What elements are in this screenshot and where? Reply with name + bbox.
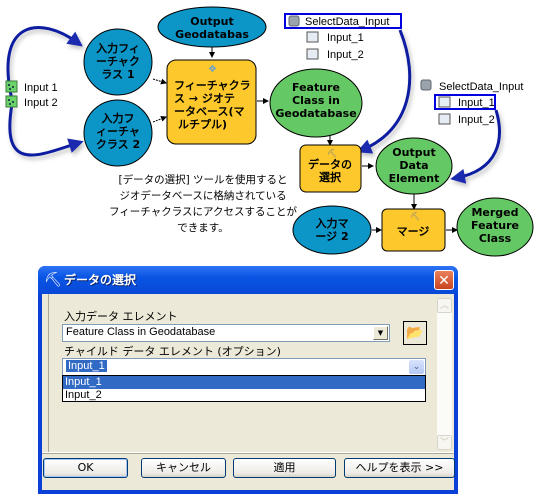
vertical-scrollbar[interactable]: ︿ ﹀ [437,298,452,450]
arrow-fc1-to-tool [152,78,167,85]
svg-text:ーチャク: ーチャク [96,55,140,68]
left-input-2-label: Input 2 [24,97,58,109]
database-icon [420,79,432,91]
feature-class-icon [306,48,319,60]
node-feature-class-in-geodatabase[interactable]: Feature Class in Geodatabase [269,68,363,138]
svg-text:ス → ジオテ: ス → ジオテ [174,92,235,105]
svg-text:Data: Data [399,159,428,172]
option-input-2[interactable]: Input_2 [63,389,425,402]
node-input-merge-2[interactable]: 入力マ ージ 2 [292,205,372,255]
svg-text:Class: Class [479,232,512,245]
feature-class-icon [306,31,319,43]
svg-text:マージ: マージ [397,225,430,238]
node-input-feature-class-1[interactable]: 入力フィ ーチャク ラス 1 [83,28,153,96]
svg-text:ージ 2: ージ 2 [315,230,348,243]
svg-text:Geodatabas: Geodatabas [175,28,249,41]
svg-text:Input_2: Input_2 [327,49,364,61]
dialog-titlebar[interactable]: ⛏ データの選択 ✕ [38,266,458,294]
parameters-panel: 入力データ エレメント Feature Class in Geodatabase… [42,294,454,453]
child-data-element-value: Input_1 [66,360,107,372]
svg-text:Element: Element [389,172,440,185]
child-data-element-combo[interactable]: Input_1 ⌄ [62,358,426,376]
feature-dataset-icon [5,95,18,108]
svg-text:Input_2: Input_2 [458,114,495,126]
tool-script-icon: ❖ [208,64,217,75]
option-input-1[interactable]: Input_1 [63,376,425,389]
dropdown-arrow-icon[interactable]: ▼ [373,326,388,340]
svg-text:ィーチャ: ィーチャ [96,125,140,138]
dialog-title: データの選択 [64,273,137,287]
svg-text:SelectData_Input: SelectData_Input [439,81,523,93]
node-merged-feature-class[interactable]: Merged Feature Class [456,197,534,257]
svg-text:Input_1: Input_1 [458,97,495,109]
svg-text:データの: データの [308,157,352,171]
left-input-1[interactable]: Input 1 [5,80,58,94]
feature-class-icon [438,96,451,108]
node-output-geodatabase[interactable]: Output Geodatabas [157,6,267,48]
ok-button[interactable]: OK [43,458,128,478]
close-button[interactable]: ✕ [434,270,454,290]
hammer-icon: ⛏ [327,149,337,158]
dialog-client: 入力データ エレメント Feature Class in Geodatabase… [42,294,455,490]
svg-text:Class in: Class in [292,94,340,107]
svg-text:入力フ: 入力フ [102,111,135,125]
svg-text:ータベース(マ: ータベース(マ [174,105,244,118]
svg-text:ルチプル): ルチプル) [178,117,227,131]
node-merge-tool[interactable]: ⛏ マージ [381,208,446,252]
left-input-1-label: Input 1 [24,82,58,94]
database-icon [288,15,300,27]
svg-text:SelectData_Input: SelectData_Input [305,16,389,28]
scroll-up-button[interactable]: ︿ [437,298,452,313]
connector-selectdata-top-to-tool [356,29,412,154]
svg-text:選択: 選択 [319,170,342,184]
svg-text:Input_1: Input_1 [327,32,364,44]
svg-text:Output: Output [392,146,435,159]
svg-text:Feature: Feature [292,81,340,94]
child-data-element-label: チャイルド データ エレメント (オプション) [64,345,281,358]
left-input-2[interactable]: Input 2 [5,95,58,109]
feature-class-icon [438,113,451,125]
select-data-dialog: ⛏ データの選択 ✕ 入力データ エレメント Feature Class in … [38,266,458,494]
feature-dataset-icon [5,80,18,93]
arrow-fc2-to-tool [152,115,167,123]
apply-button[interactable]: 適用 [233,458,336,478]
select-data-input-right[interactable]: SelectData_Input Input_1 Input_2 [420,79,523,126]
node-select-data-tool[interactable]: ⛏ データの 選択 [299,144,362,193]
svg-text:Merged: Merged [471,206,518,219]
svg-text:入力フィ: 入力フィ [96,41,140,55]
svg-text:入力マ: 入力マ [316,216,349,230]
svg-text:クラス 2: クラス 2 [96,138,140,151]
select-data-input-top[interactable]: SelectData_Input Input_1 Input_2 [284,13,402,61]
diagram-caption: [データの選択] ツールを使用すると ジオデータベースに格納されている フィーチ… [109,174,297,234]
svg-text:Output: Output [190,15,233,28]
hammer-icon: ⛏ [410,212,420,221]
hammer-icon: ⛏ [44,272,62,288]
cancel-button[interactable]: キャンセル [141,458,226,478]
input-data-element-label: 入力データ エレメント [64,310,178,323]
open-folder-icon: 📂 [406,325,424,341]
input-data-element-combo[interactable]: Feature Class in Geodatabase ▼ [62,324,390,342]
node-output-data-element[interactable]: Output Data Element [375,137,453,195]
chevron-down-icon[interactable]: ⌄ [409,360,424,374]
node-fc-to-gdb-tool[interactable]: ❖ フィーチャクラ ス → ジオテ ータベース(マ ルチプル) [166,59,257,145]
browse-folder-button[interactable]: 📂 [403,321,427,345]
connector-input2-to-fc2 [8,103,84,157]
svg-text:フィーチャクラ: フィーチャクラ [174,79,251,92]
child-options-list[interactable]: Input_1 Input_2 [62,375,426,402]
svg-text:Feature: Feature [471,219,519,232]
svg-text:ラス 1: ラス 1 [101,68,134,81]
svg-text:Geodatabase: Geodatabase [275,107,356,120]
input-data-element-value: Feature Class in Geodatabase [66,326,216,338]
show-help-button[interactable]: ヘルプを表示 >> [344,458,455,478]
scroll-down-button[interactable]: ﹀ [437,435,452,450]
node-input-feature-class-2[interactable]: 入力フ ィーチャ クラス 2 [83,99,153,167]
